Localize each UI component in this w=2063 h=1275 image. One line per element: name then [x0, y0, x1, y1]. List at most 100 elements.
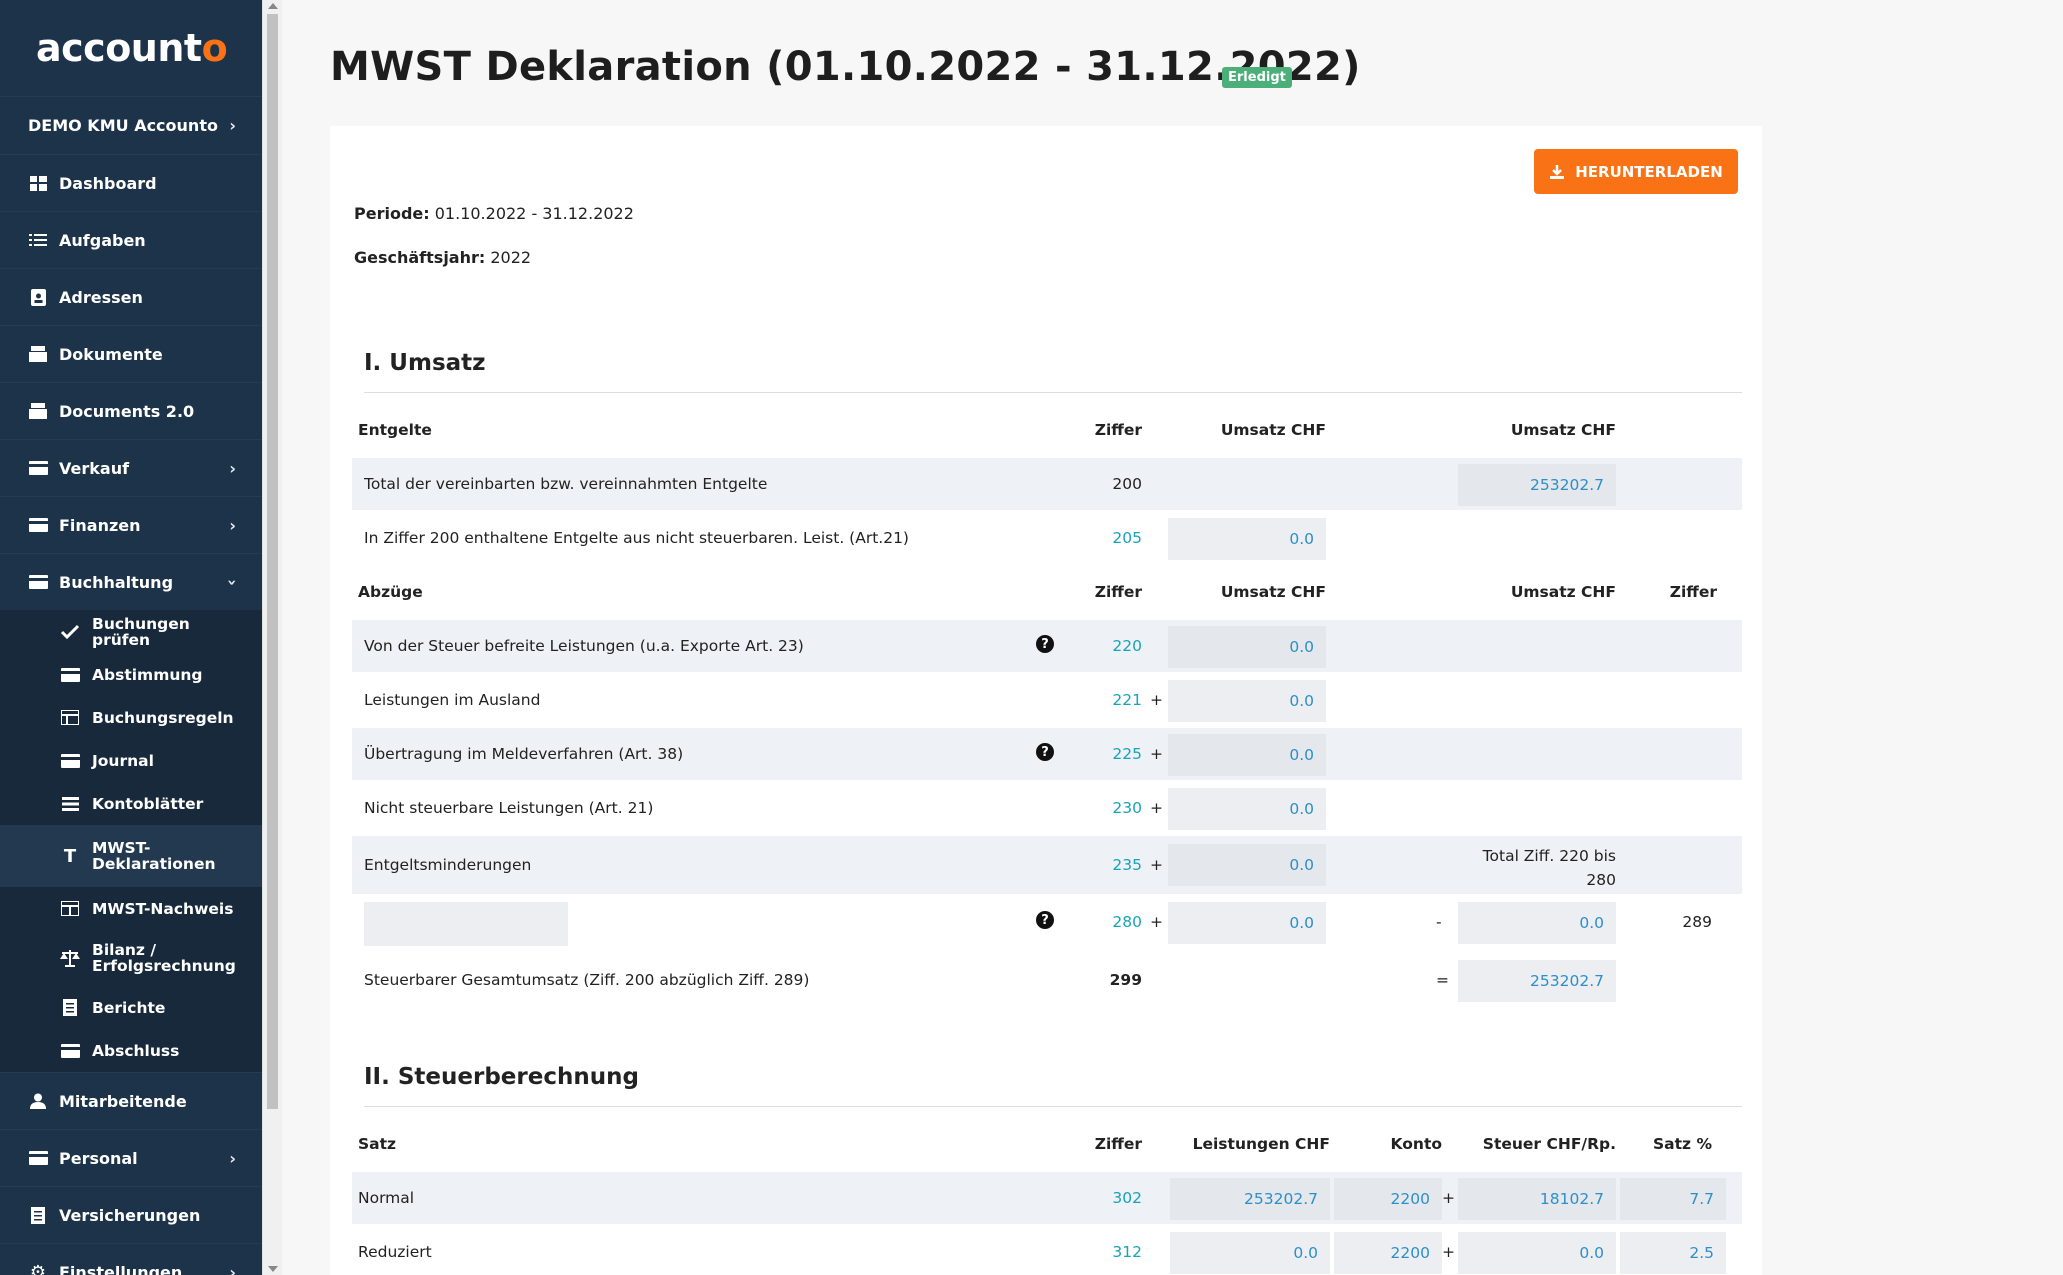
sidebar-item-buchhaltung[interactable]: Buchhaltung ›	[0, 553, 262, 610]
declaration-card: HERUNTERLADEN Periode: 01.10.2022 - 31.1…	[330, 126, 1762, 1275]
download-icon	[1549, 164, 1565, 180]
table-icon	[60, 900, 80, 918]
table-row-225: Übertragung im Meldeverfahren (Art. 38) …	[352, 728, 1742, 780]
custom-label-input[interactable]	[364, 902, 568, 946]
sidebar: account o DEMO KMU Accounto › Dashboard A…	[0, 0, 262, 1275]
sidebar-item-kontoblaetter[interactable]: Kontoblätter	[0, 782, 262, 825]
sidebar-item-journal[interactable]: Journal	[0, 739, 262, 782]
download-button[interactable]: HERUNTERLADEN	[1534, 149, 1738, 194]
value-field[interactable]: 18102.7	[1458, 1178, 1616, 1220]
value-field[interactable]: 0.0	[1168, 788, 1326, 830]
sidebar-item-personal[interactable]: Personal ›	[0, 1129, 262, 1186]
ziffer-link[interactable]: 230	[1052, 782, 1142, 834]
value-field[interactable]: 0.0	[1170, 1232, 1330, 1274]
value-field[interactable]: 253202.7	[1170, 1178, 1330, 1220]
company-selector[interactable]: DEMO KMU Accounto ›	[0, 96, 262, 154]
accounting-icon	[28, 572, 48, 592]
sidebar-item-mitarbeitende[interactable]: Mitarbeitende	[0, 1072, 262, 1129]
report-icon	[60, 999, 80, 1017]
sales-icon	[28, 458, 48, 478]
sidebar-item-buchungsregeln[interactable]: Buchungsregeln	[0, 696, 262, 739]
konto-field[interactable]: 2200	[1334, 1178, 1442, 1220]
journal-icon	[60, 752, 80, 770]
scrollbar-thumb[interactable]	[267, 14, 278, 1109]
sidebar-item-aufgaben[interactable]: Aufgaben	[0, 211, 262, 268]
user-icon	[28, 1091, 48, 1111]
insurance-icon	[28, 1205, 48, 1225]
table-row-205: In Ziffer 200 enthaltene Entgelte aus ni…	[352, 512, 1742, 564]
chevron-right-icon: ›	[229, 1262, 236, 1275]
ziffer-link[interactable]: 235	[1052, 836, 1142, 894]
scroll-up-icon[interactable]	[268, 3, 278, 9]
finance-icon	[28, 515, 48, 535]
value-field[interactable]: 0.0	[1168, 902, 1326, 944]
value-field[interactable]: 253202.7	[1458, 464, 1616, 506]
chevron-down-icon: ›	[223, 578, 243, 586]
chevron-right-icon: ›	[229, 1148, 236, 1168]
chevron-right-icon: ›	[229, 458, 236, 478]
ziffer-link[interactable]: 205	[1052, 512, 1142, 564]
ziffer-link[interactable]: 220	[1052, 620, 1142, 672]
table-row-302: Normal 302 253202.7 2200 + 18102.7 7.7	[352, 1172, 1742, 1224]
documents-icon	[28, 401, 48, 421]
section-steuer-title: II. Steuerberechnung	[364, 1064, 639, 1090]
table-row-221: Leistungen im Ausland 221 + 0.0	[352, 674, 1742, 726]
table-header-entgelte: Entgelte Ziffer Umsatz CHF Umsatz CHF	[358, 421, 1616, 439]
value-field[interactable]: 0.0	[1168, 734, 1326, 776]
rules-icon	[60, 709, 80, 727]
download-label: HERUNTERLADEN	[1575, 162, 1723, 181]
personnel-icon	[28, 1148, 48, 1168]
value-field[interactable]: 0.0	[1458, 902, 1616, 944]
value-field[interactable]: 0.0	[1168, 680, 1326, 722]
sidebar-item-mwst-deklarationen[interactable]: T MWST-Deklarationen	[0, 825, 262, 887]
konto-field[interactable]: 2200	[1334, 1232, 1442, 1274]
sidebar-item-abstimmung[interactable]: Abstimmung	[0, 653, 262, 696]
rate-field[interactable]: 7.7	[1620, 1178, 1726, 1220]
gear-icon: ⚙	[29, 1261, 47, 1275]
ziffer-link[interactable]: 280	[1052, 896, 1142, 948]
sidebar-scrollbar[interactable]	[262, 0, 282, 1275]
ledger-icon	[60, 795, 80, 813]
closing-icon	[60, 1042, 80, 1060]
check-icon	[60, 623, 80, 641]
sidebar-item-abschluss[interactable]: Abschluss	[0, 1029, 262, 1072]
value-field[interactable]: 0.0	[1168, 626, 1326, 668]
sidebar-item-einstellungen[interactable]: ⚙ Einstellungen ›	[0, 1243, 262, 1275]
documents-icon	[28, 344, 48, 364]
value-field[interactable]: 0.0	[1168, 844, 1326, 886]
table-row-230: Nicht steuerbare Leistungen (Art. 21) 23…	[352, 782, 1742, 834]
ziffer-link[interactable]: 225	[1052, 728, 1142, 780]
sidebar-item-documents2[interactable]: Documents 2.0	[0, 382, 262, 439]
rate-field[interactable]: 2.5	[1620, 1232, 1726, 1274]
sidebar-item-verkauf[interactable]: Verkauf ›	[0, 439, 262, 496]
ziffer-link[interactable]: 302	[1052, 1172, 1142, 1224]
accounting-submenu: Buchungen prüfen Abstimmung Buchungsrege…	[0, 610, 262, 1072]
sidebar-item-buchungen-pruefen[interactable]: Buchungen prüfen	[0, 610, 262, 653]
table-row-200: Total der vereinbarten bzw. vereinnahmte…	[352, 458, 1742, 510]
value-field[interactable]: 0.0	[1458, 1232, 1616, 1274]
ziffer-link[interactable]: 312	[1052, 1226, 1142, 1275]
sidebar-item-versicherungen[interactable]: Versicherungen	[0, 1186, 262, 1243]
sidebar-item-bilanz[interactable]: Bilanz / Erfolgsrechnung	[0, 930, 262, 986]
table-row-220: Von der Steuer befreite Leistungen (u.a.…	[352, 620, 1742, 672]
scroll-down-icon[interactable]	[268, 1266, 278, 1272]
ziffer-link[interactable]: 221	[1052, 674, 1142, 726]
sidebar-item-dashboard[interactable]: Dashboard	[0, 154, 262, 211]
chevron-right-icon: ›	[229, 116, 236, 135]
table-row-312: Reduziert 312 0.0 2200 + 0.0 2.5	[352, 1226, 1742, 1275]
value-field[interactable]: 0.0	[1168, 518, 1326, 560]
tasks-icon	[28, 230, 48, 250]
sidebar-item-adressen[interactable]: Adressen	[0, 268, 262, 325]
section-umsatz-title: I. Umsatz	[364, 350, 486, 376]
sidebar-item-finanzen[interactable]: Finanzen ›	[0, 496, 262, 553]
value-field[interactable]: 253202.7	[1458, 960, 1616, 1002]
company-name: DEMO KMU Accounto	[28, 116, 218, 135]
sidebar-item-mwst-nachweis[interactable]: MWST-Nachweis	[0, 887, 262, 930]
logo[interactable]: account o	[0, 0, 262, 96]
geschaeftsjahr-line: Geschäftsjahr: 2022	[354, 248, 532, 267]
status-badge: Erledigt	[1222, 67, 1292, 88]
divider	[364, 1106, 1742, 1107]
text-icon: T	[63, 845, 77, 867]
sidebar-item-berichte[interactable]: Berichte	[0, 986, 262, 1029]
sidebar-item-dokumente[interactable]: Dokumente	[0, 325, 262, 382]
